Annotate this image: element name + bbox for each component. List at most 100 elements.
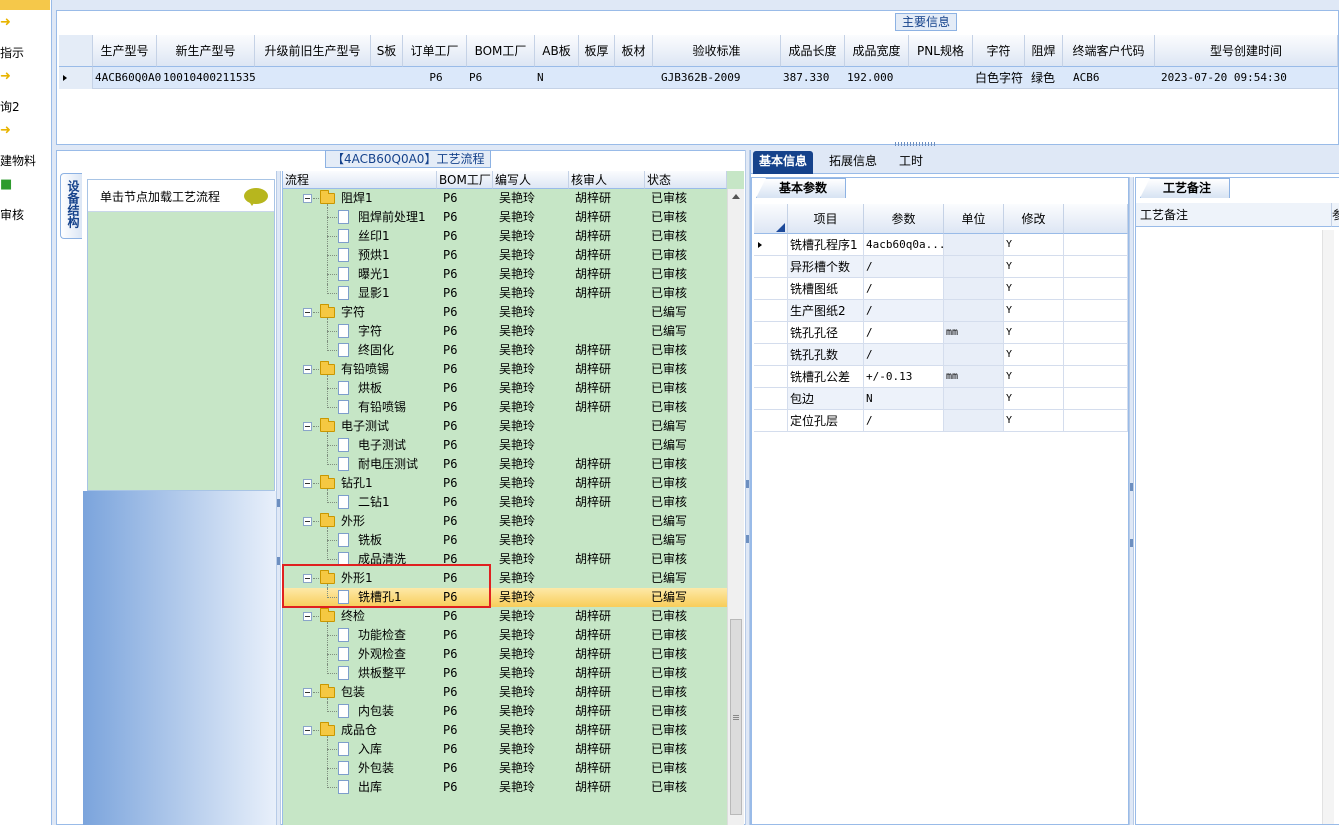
tree-row[interactable]: 预烘1 P6 吴艳玲 胡梓研 已审核 [283,246,727,265]
tree-row[interactable]: 包装 P6 吴艳玲 胡梓研 已审核 [283,683,727,702]
vertical-splitter[interactable] [1129,177,1134,825]
col-header[interactable]: 型号创建时间 [1155,35,1338,67]
horizontal-splitter-grip[interactable] [895,142,935,146]
table-row[interactable]: 生产图纸2/ Y [754,300,1128,322]
table-row[interactable]: 定位孔层 / Y [754,410,1128,432]
tree-row[interactable]: 字符 P6 吴艳玲 已编写 [283,303,727,322]
tree-row[interactable]: 终固化 P6 吴艳玲 胡梓研 已审核 [283,341,727,360]
tree-row[interactable]: 二钻1 P6 吴艳玲 胡梓研 已审核 [283,493,727,512]
col-header[interactable]: 字符 [973,35,1025,67]
tree-row[interactable]: 外包装 P6 吴艳玲 胡梓研 已审核 [283,759,727,778]
tree-row[interactable]: 钻孔1 P6 吴艳玲 胡梓研 已审核 [283,474,727,493]
col-header[interactable]: 核审人 [569,171,645,189]
col-header[interactable]: 参 [1332,203,1339,227]
nav-item-4[interactable]: ■ 审核 [0,178,51,223]
collapse-toggle-icon[interactable] [303,517,312,526]
scroll-thumb[interactable] [730,619,742,815]
col-header[interactable]: AB板 [535,35,579,67]
table-row[interactable]: 铣槽图纸 / Y [754,278,1128,300]
tab-labor-hours[interactable]: 工时 [893,151,929,174]
col-header[interactable]: BOM工厂 [467,35,535,67]
collapse-toggle-icon[interactable] [303,308,312,317]
tree-row[interactable]: 烘板整平 P6 吴艳玲 胡梓研 已审核 [283,664,727,683]
tree-row[interactable]: 铣板 P6 吴艳玲 已编写 [283,531,727,550]
tree-row[interactable]: 外形 P6 吴艳玲 已编写 [283,512,727,531]
side-tab-structure[interactable]: 设备结构 [60,173,82,239]
param-value-cell[interactable]: / [864,322,944,344]
tab-extended-info[interactable]: 拓展信息 [823,151,883,174]
param-value-cell[interactable]: / [864,300,944,322]
col-header[interactable]: 成品宽度 [845,35,909,67]
tab-basic-info[interactable]: 基本信息 [753,151,814,174]
col-header[interactable]: BOM工厂 [437,171,493,189]
col-header[interactable]: 阻焊 [1025,35,1063,67]
collapse-toggle-icon[interactable] [303,422,312,431]
collapse-toggle-icon[interactable] [303,479,312,488]
col-header[interactable]: 状态 [645,171,727,189]
param-value-cell[interactable]: / [864,256,944,278]
tree-row[interactable]: 入库 P6 吴艳玲 胡梓研 已审核 [283,740,727,759]
nav-item-2[interactable]: ➜ 询2 [0,70,51,115]
tree-row[interactable]: 外观检查 P6 吴艳玲 胡梓研 已审核 [283,645,727,664]
tree-row[interactable]: 字符 P6 吴艳玲 已编写 [283,322,727,341]
tree-row[interactable]: 出库 P6 吴艳玲 胡梓研 已审核 [283,778,727,797]
tree-row[interactable]: 丝印1 P6 吴艳玲 胡梓研 已审核 [283,227,727,246]
tree-row[interactable]: 终检 P6 吴艳玲 胡梓研 已审核 [283,607,727,626]
col-header[interactable]: 流程 [283,171,437,189]
param-value-cell[interactable]: / [864,278,944,300]
tree-row[interactable]: 有铅喷锡 P6 吴艳玲 胡梓研 已审核 [283,398,727,417]
table-row[interactable]: 铣槽孔程序1 4acb60q0a... Y [754,234,1128,256]
table-row[interactable]: 包边 N Y [754,388,1128,410]
col-header[interactable]: 参数 [864,204,944,234]
tree-row[interactable]: 曝光1 P6 吴艳玲 胡梓研 已审核 [283,265,727,284]
param-value-cell[interactable]: +/-0.13 [864,366,944,388]
tree-row[interactable]: 内包装 P6 吴艳玲 胡梓研 已审核 [283,702,727,721]
col-header[interactable]: S板 [371,35,403,67]
col-header[interactable]: 生产型号 [93,35,157,67]
collapse-toggle-icon[interactable] [303,612,312,621]
col-header[interactable]: 升级前旧生产型号 [255,35,371,67]
remark-scrollbar[interactable] [1322,230,1334,824]
col-header[interactable]: 新生产型号 [157,35,255,67]
tree-row[interactable]: 成品仓 P6 吴艳玲 胡梓研 已审核 [283,721,727,740]
tree-row[interactable]: 耐电压测试 P6 吴艳玲 胡梓研 已审核 [283,455,727,474]
col-header[interactable]: 终端客户代码 [1063,35,1155,67]
remark-tab[interactable]: 工艺备注 [1140,178,1231,198]
col-header[interactable]: 订单工厂 [403,35,467,67]
col-header[interactable]: 修改 [1004,204,1064,234]
nav-item-3[interactable]: ➜ 建物料 [0,124,51,169]
collapse-toggle-icon[interactable] [303,688,312,697]
collapse-toggle-icon[interactable] [303,194,312,203]
tree-row[interactable]: 电子测试 P6 吴艳玲 已编写 [283,417,727,436]
param-value-cell[interactable]: N [864,388,944,410]
tree-row[interactable]: 显影1 P6 吴艳玲 胡梓研 已审核 [283,284,727,303]
param-value-cell[interactable]: / [864,410,944,432]
col-header[interactable]: 编写人 [493,171,569,189]
tree-row[interactable]: 烘板 P6 吴艳玲 胡梓研 已审核 [283,379,727,398]
tree-scrollbar[interactable] [727,189,744,825]
vertical-splitter[interactable] [276,171,281,825]
col-header[interactable]: 单位 [944,204,1004,234]
col-header[interactable]: 验收标准 [653,35,781,67]
table-row[interactable]: 铣孔孔径 / mm Y [754,322,1128,344]
collapse-toggle-icon[interactable] [303,726,312,735]
tree-row[interactable]: 有铅喷锡 P6 吴艳玲 胡梓研 已审核 [283,360,727,379]
collapse-toggle-icon[interactable] [303,365,312,374]
scroll-up-icon[interactable] [732,194,740,199]
col-header[interactable]: 项目 [788,204,864,234]
param-value-cell[interactable]: 4acb60q0a... [864,234,944,256]
col-header[interactable]: 成品长度 [781,35,845,67]
tree-row[interactable]: 阻焊前处理1 P6 吴艳玲 胡梓研 已审核 [283,208,727,227]
table-row[interactable]: 铣槽孔公差 +/-0.13 mm Y [754,366,1128,388]
col-header[interactable]: 板厚 [579,35,615,67]
tree-row[interactable]: 功能检查 P6 吴艳玲 胡梓研 已审核 [283,626,727,645]
basic-params-tab[interactable]: 基本参数 [756,178,847,198]
param-value-cell[interactable]: / [864,344,944,366]
nav-item-1[interactable]: ➜ 指示 [0,16,51,61]
table-row[interactable]: 异形槽个数 / Y [754,256,1128,278]
tree-row[interactable]: 阻焊1 P6 吴艳玲 胡梓研 已审核 [283,189,727,208]
col-header[interactable]: PNL规格 [909,35,973,67]
col-header[interactable]: 板材 [615,35,653,67]
tree-row[interactable]: 电子测试 P6 吴艳玲 已编写 [283,436,727,455]
col-header[interactable]: 工艺备注 [1136,203,1332,227]
